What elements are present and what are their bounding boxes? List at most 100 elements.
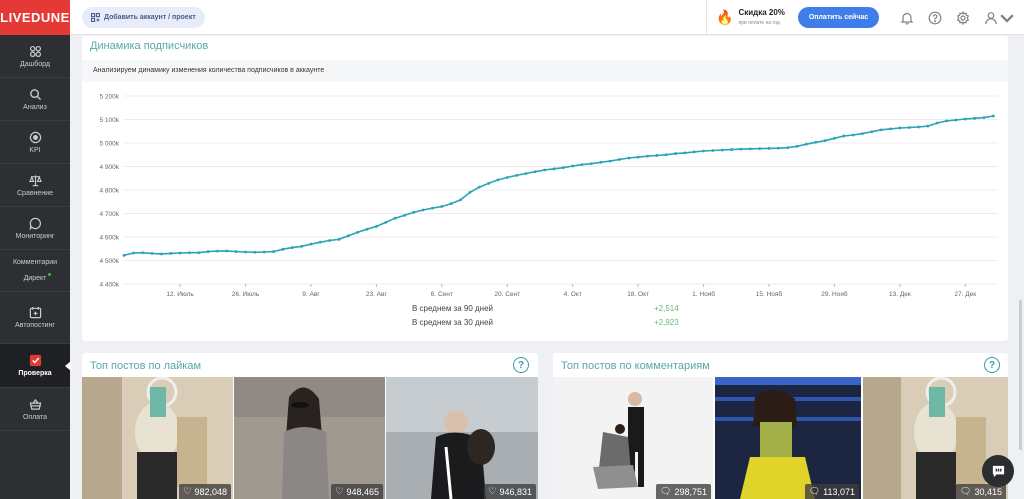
data-point <box>926 124 930 128</box>
sidebar-item-label: Мониторинг <box>15 232 55 240</box>
data-point <box>131 251 135 255</box>
sidebar-item-dashboard[interactable]: Дашборд <box>0 35 70 78</box>
data-point <box>683 151 687 155</box>
comment-icon: 🗨 <box>660 486 672 496</box>
y-tick-label: 4 900k <box>99 164 119 171</box>
sidebar-item-label: Анализ <box>23 103 47 111</box>
post-thumbnail[interactable]: 🗨 113,071 <box>715 377 861 499</box>
data-point <box>384 221 388 224</box>
add-account-button[interactable]: Добавить аккаунт / проект <box>82 7 205 28</box>
data-point <box>861 132 864 135</box>
check-icon <box>29 354 41 367</box>
logo[interactable]: LIVEDUNE <box>0 0 70 35</box>
chart-section-subtitle: Анализируем динамику изменения количеств… <box>82 60 1008 82</box>
gear-icon[interactable] <box>956 10 970 25</box>
heart-icon: ♡ <box>183 486 192 496</box>
data-point <box>188 251 191 255</box>
data-point <box>730 148 733 151</box>
user-menu[interactable] <box>984 11 1014 25</box>
dashboard-icon <box>29 45 41 57</box>
stat-row-90: В среднем за 90 дней +2,514 <box>82 304 1008 316</box>
sidebar-item-check[interactable]: Проверка <box>0 344 71 388</box>
data-point <box>767 147 771 150</box>
top-comments-title: Топ постов по комментариям <box>561 360 710 372</box>
x-tick-label: 6. Сент <box>431 291 453 298</box>
sidebar-item-kpi[interactable]: KPI <box>0 121 70 164</box>
x-tick-label: 26. Июль <box>232 291 260 298</box>
y-tick-label: 5 200k <box>99 94 119 101</box>
help-icon[interactable] <box>928 11 942 25</box>
x-tick-label: 13. Дек <box>889 291 911 298</box>
data-point <box>244 250 247 254</box>
sidebar-item-analysis[interactable]: Анализ <box>0 78 70 121</box>
sidebar-item-label: KPI <box>29 146 41 154</box>
heart-icon: ♡ <box>335 486 344 496</box>
data-point <box>505 176 509 179</box>
help-button[interactable]: ? <box>984 357 1000 373</box>
data-point <box>449 202 453 206</box>
data-point <box>487 182 490 185</box>
data-point <box>561 166 565 170</box>
data-point <box>748 147 752 151</box>
likes-badge: ♡ 982,048 <box>179 484 231 499</box>
data-point <box>309 242 313 246</box>
support-chat-button[interactable] <box>982 455 1014 487</box>
bell-icon[interactable] <box>900 11 914 25</box>
post-thumbnail[interactable]: ♡ 946,831 <box>386 377 538 499</box>
data-point <box>589 162 593 166</box>
promo-subtitle: при оплате на год <box>738 19 780 26</box>
sidebar-item-autoposting[interactable]: Автопостинг <box>0 292 70 344</box>
y-tick-label: 5 100k <box>99 117 119 124</box>
post-image <box>715 377 861 499</box>
sidebar-item-monitoring[interactable]: Мониторинг <box>0 207 70 250</box>
data-point <box>889 127 892 131</box>
likes-count: 946,831 <box>499 486 532 497</box>
comment-icon: 🗨 <box>808 486 821 496</box>
new-dot <box>48 273 52 276</box>
stat-value: +2,514 <box>654 304 679 313</box>
data-point <box>580 163 584 167</box>
data-point <box>711 149 715 152</box>
data-point <box>440 205 444 208</box>
y-tick-label: 4 400k <box>99 282 119 289</box>
top-posts-likes-card: Топ постов по лайкам ? ♡ 982,048 ♡ 948,465… <box>82 353 538 499</box>
scales-icon <box>28 174 42 186</box>
post-thumbnail[interactable]: ♡ 982,048 <box>82 377 233 499</box>
data-point <box>776 146 780 150</box>
target-icon <box>29 131 41 143</box>
data-point <box>842 134 846 138</box>
series-line <box>123 115 994 257</box>
sidebar-item-payment[interactable]: Оплата <box>0 388 70 431</box>
sidebar-item-label: Сравнение <box>17 189 53 197</box>
pay-now-button[interactable]: Оплатить сейчас <box>798 7 879 28</box>
data-point <box>758 147 762 151</box>
stat-label: В среднем за 90 дней <box>412 304 494 313</box>
sidebar-item-comments[interactable]: Комментарии <box>13 259 57 266</box>
data-point <box>907 126 911 129</box>
x-tick-label: 18. Окт <box>627 291 649 298</box>
data-point <box>262 250 266 254</box>
chevron-down-icon <box>1000 13 1014 23</box>
data-point <box>515 174 518 177</box>
post-thumbnail[interactable]: ♡ 948,465 <box>234 377 385 499</box>
user-icon <box>985 11 997 24</box>
sidebar-item-compare[interactable]: Сравнение <box>0 164 70 207</box>
data-point <box>234 250 238 253</box>
data-point <box>421 208 425 212</box>
data-point <box>496 178 500 182</box>
post-thumbnail[interactable]: 🗨 298,751 <box>553 377 713 499</box>
data-point <box>281 247 285 251</box>
comments-count: 30,415 <box>974 486 1002 497</box>
add-account-label: Добавить аккаунт / проект <box>104 14 196 21</box>
x-tick-label: 29. Нояб <box>821 290 848 298</box>
sidebar-item-direct[interactable]: Директ <box>24 273 52 282</box>
data-point <box>216 249 219 253</box>
data-point <box>318 240 322 244</box>
help-button[interactable]: ? <box>513 357 529 373</box>
data-point <box>692 150 696 154</box>
stat-value: +2,923 <box>654 318 679 327</box>
data-point <box>804 142 808 146</box>
page-scrollbar[interactable] <box>1019 300 1022 450</box>
data-point <box>945 119 948 123</box>
subscribers-dynamics-card: Динамика подписчиков Анализируем динамик… <box>82 36 1008 341</box>
